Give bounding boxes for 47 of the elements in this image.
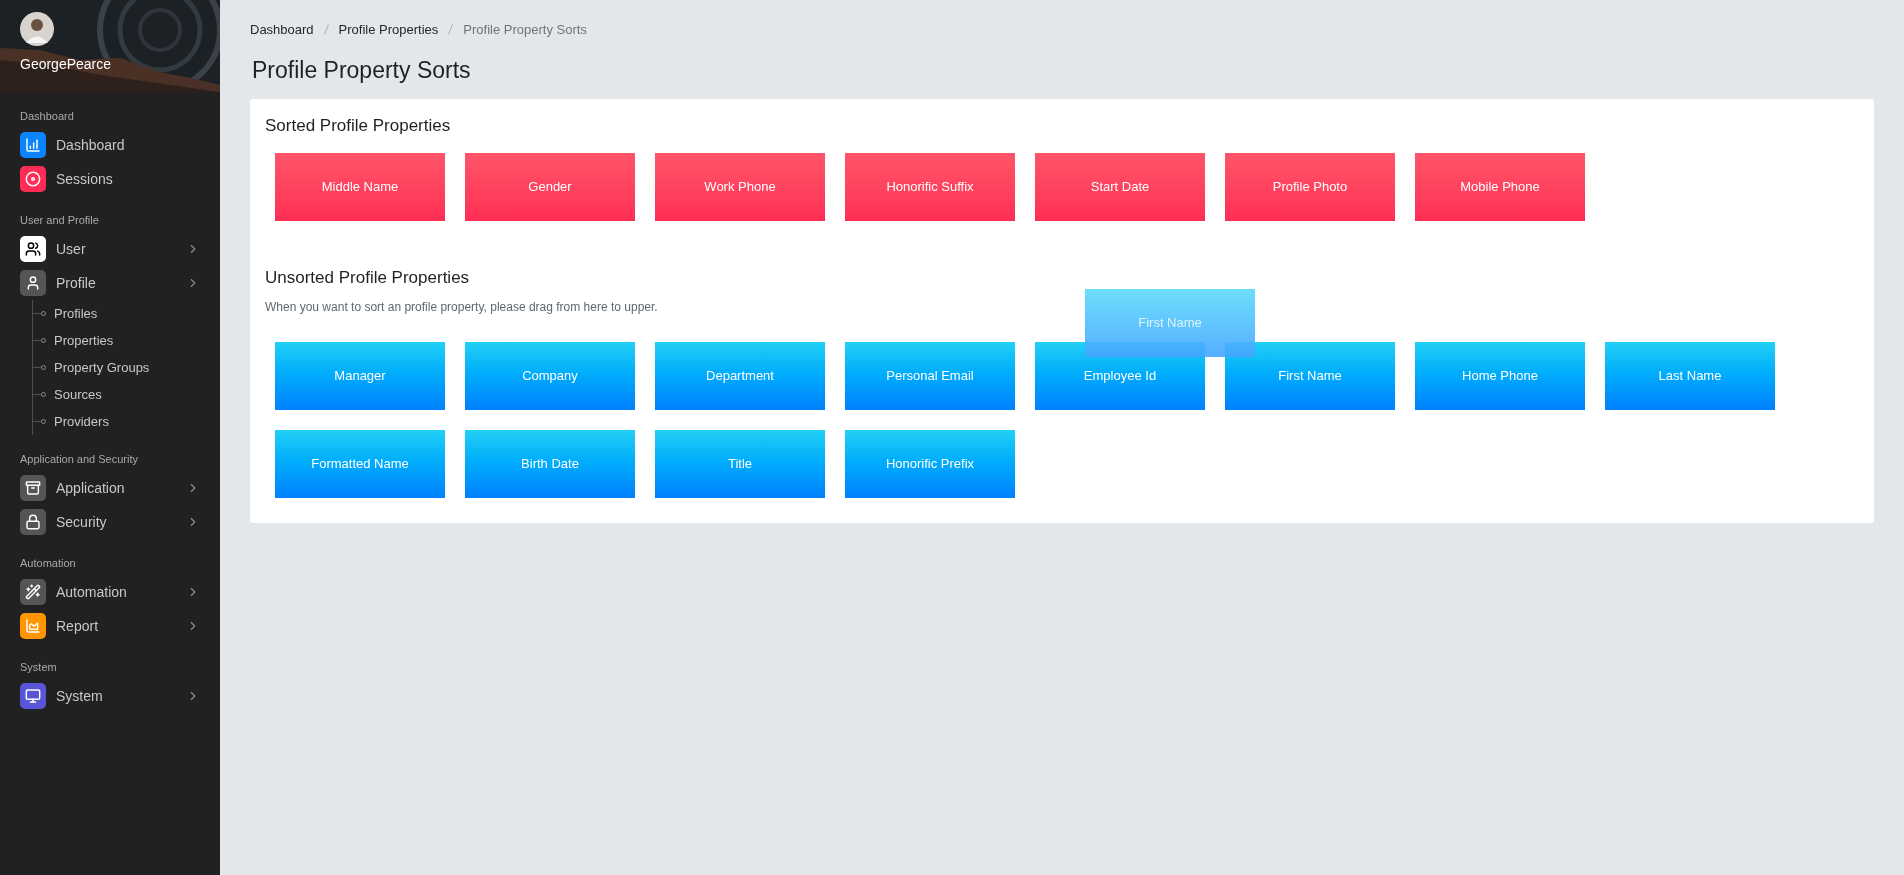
sidebar-item[interactable]: Automation bbox=[20, 575, 200, 609]
slash-icon bbox=[323, 24, 329, 36]
submenu-item[interactable]: Property Groups bbox=[54, 357, 150, 378]
sidebar-item[interactable]: Report bbox=[20, 609, 200, 643]
submenu-item[interactable]: Profiles bbox=[54, 303, 98, 324]
property-tile[interactable]: Middle Name bbox=[275, 152, 445, 221]
avatar[interactable] bbox=[20, 12, 54, 46]
submenu-item[interactable]: Sources bbox=[54, 384, 102, 405]
property-tile[interactable]: Honorific Suffix bbox=[845, 152, 1015, 221]
page-title: Profile Property Sorts bbox=[252, 55, 472, 85]
sidebar-item[interactable]: Profile bbox=[20, 266, 200, 300]
sidebar-item[interactable]: User bbox=[20, 232, 200, 266]
section-title: Unsorted Profile Properties bbox=[265, 266, 471, 289]
user-name: GeorgePearce bbox=[20, 55, 113, 74]
property-tile[interactable]: Manager bbox=[275, 342, 445, 410]
submenu-item[interactable]: Properties bbox=[54, 330, 114, 351]
sidebar-item[interactable]: Security bbox=[20, 505, 200, 539]
breadcrumb-link[interactable]: Profile Properties bbox=[338, 20, 439, 40]
property-tile[interactable]: Title bbox=[655, 430, 825, 498]
property-tile[interactable]: Gender bbox=[465, 152, 635, 221]
section-label: Application and Security bbox=[20, 451, 139, 467]
property-tile[interactable]: Department bbox=[655, 342, 825, 410]
breadcrumb-link[interactable]: Dashboard bbox=[250, 20, 314, 40]
property-tile[interactable]: Mobile Phone bbox=[1415, 152, 1585, 221]
property-tile[interactable]: Profile Photo bbox=[1225, 152, 1395, 221]
section-label: User and Profile bbox=[20, 212, 100, 228]
property-tile[interactable]: First Name bbox=[1225, 342, 1395, 410]
property-tile[interactable]: Formatted Name bbox=[275, 430, 445, 498]
property-tile[interactable]: Start Date bbox=[1035, 152, 1205, 221]
sidebar-item[interactable]: Application bbox=[20, 471, 200, 505]
sidebar-item[interactable]: System bbox=[20, 679, 200, 713]
sidebar-item[interactable]: Sessions bbox=[20, 162, 200, 196]
section-label: System bbox=[20, 659, 58, 675]
property-tile[interactable]: Birth Date bbox=[465, 430, 635, 498]
property-tile[interactable]: Last Name bbox=[1605, 342, 1775, 410]
property-tile[interactable]: Honorific Prefix bbox=[845, 430, 1015, 498]
section-label: Dashboard bbox=[20, 108, 75, 124]
slash-icon bbox=[448, 24, 454, 36]
section-label: Automation bbox=[20, 555, 77, 571]
property-tile[interactable]: Home Phone bbox=[1415, 342, 1585, 410]
section-description: When you want to sort an profile property, please drag from here to upper. bbox=[265, 299, 659, 316]
property-tile[interactable]: Company bbox=[465, 342, 635, 410]
property-tile[interactable]: Work Phone bbox=[655, 152, 825, 221]
submenu-item[interactable]: Providers bbox=[54, 411, 109, 432]
property-tile[interactable]: Personal Email bbox=[845, 342, 1015, 410]
section-title: Sorted Profile Properties bbox=[265, 115, 452, 137]
sidebar-item[interactable]: Dashboard bbox=[20, 128, 200, 162]
